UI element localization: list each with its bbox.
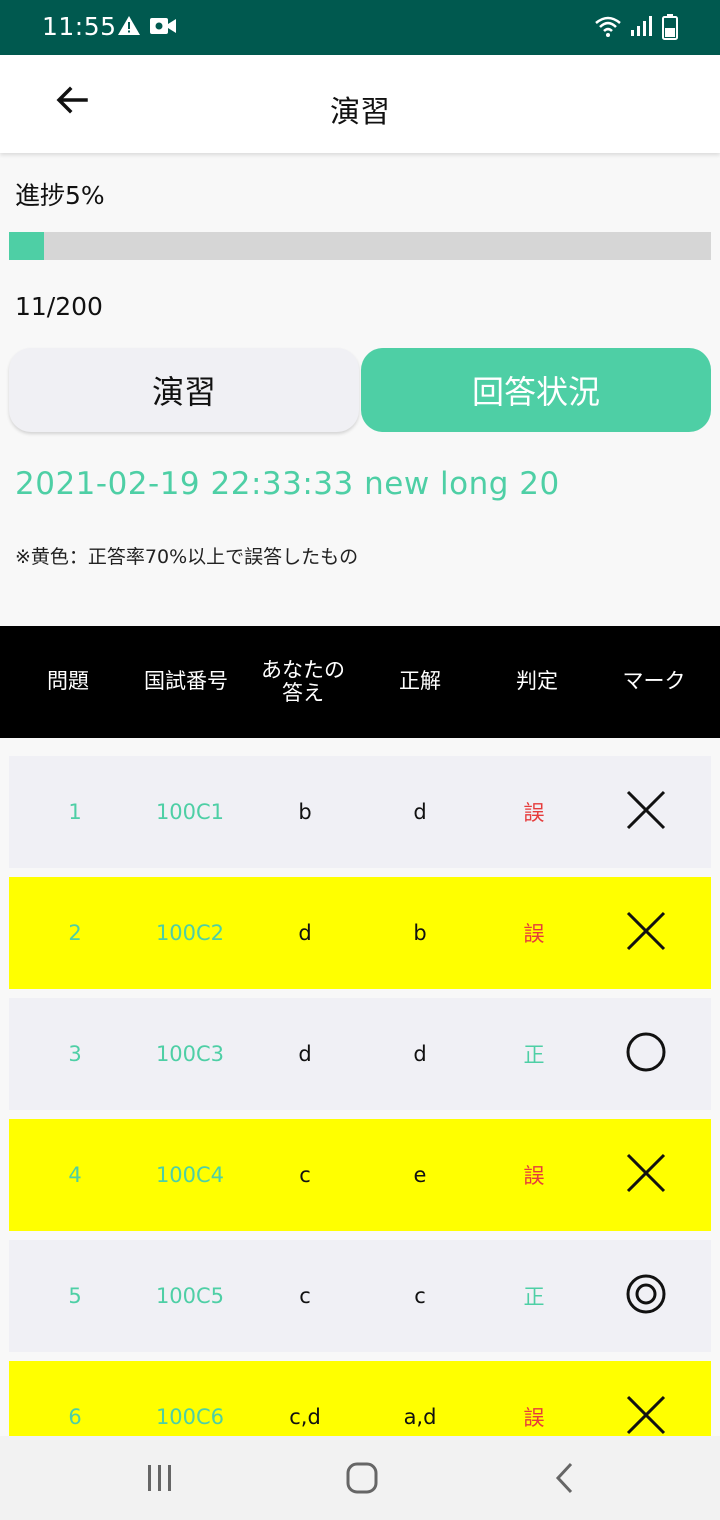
cell-question-number: 3 xyxy=(68,1042,82,1066)
cell-exam-code: 100C3 xyxy=(155,1042,225,1066)
header-correct-answer: 正解 xyxy=(399,669,441,694)
cell-correct-answer: e xyxy=(413,1163,427,1187)
table-row[interactable]: 2 100C2 d b 誤 xyxy=(9,877,711,989)
cross-icon xyxy=(624,1151,668,1200)
table-row[interactable]: 1 100C1 b d 誤 xyxy=(9,756,711,868)
cell-correct-answer: a,d xyxy=(403,1405,437,1429)
table-body: 1 100C1 b d 誤 2 100C2 d b 誤 3 100C3 d d … xyxy=(0,756,720,1436)
cell-judgement: 誤 xyxy=(523,801,545,825)
cell-correct-answer: b xyxy=(413,921,427,945)
cross-icon xyxy=(624,1393,668,1437)
cell-exam-code: 100C4 xyxy=(155,1163,225,1187)
cell-correct-answer: d xyxy=(413,1042,427,1066)
cell-your-answer: c,d xyxy=(289,1405,321,1429)
tab-answer-status[interactable]: 回答状況 xyxy=(361,348,711,432)
signal-icon xyxy=(630,14,652,42)
progress-label: 進捗5% xyxy=(15,181,105,210)
system-nav-bar xyxy=(0,1436,720,1520)
cell-judgement: 正 xyxy=(523,1043,545,1067)
double-circle-icon xyxy=(624,1272,668,1321)
video-record-icon xyxy=(149,14,177,42)
cell-question-number: 2 xyxy=(68,921,82,945)
status-bar: 11:55 xyxy=(0,0,720,55)
cell-judgement: 正 xyxy=(523,1285,545,1309)
battery-icon xyxy=(662,14,678,44)
legend-note: ※黄色：正答率70%以上で誤答したもの xyxy=(15,546,359,568)
back-nav-icon[interactable] xyxy=(545,1458,585,1502)
recent-apps-icon[interactable] xyxy=(144,1458,176,1502)
cell-exam-code: 100C6 xyxy=(155,1405,225,1429)
cell-your-answer: c xyxy=(299,1163,311,1187)
table-header: 問題 国試番号 あなたの 答え 正解 判定 マーク xyxy=(0,626,720,738)
cell-judgement: 誤 xyxy=(523,922,545,946)
progress-fill xyxy=(9,232,45,260)
progress-bar xyxy=(9,232,711,260)
warning-icon xyxy=(117,14,141,42)
cell-correct-answer: d xyxy=(413,800,427,824)
cell-correct-answer: c xyxy=(414,1284,426,1308)
table-row[interactable]: 5 100C5 c c 正 xyxy=(9,1240,711,1352)
table-row[interactable]: 3 100C3 d d 正 xyxy=(9,998,711,1110)
cell-mark[interactable] xyxy=(591,877,701,989)
cell-mark[interactable] xyxy=(591,1361,701,1436)
cell-exam-code: 100C5 xyxy=(155,1284,225,1308)
app-bar: 演習 xyxy=(0,55,720,153)
progress-count: 11/200 xyxy=(15,292,103,321)
header-your-answer-line2: 答え xyxy=(282,681,324,705)
cell-your-answer: d xyxy=(298,921,312,945)
header-your-answer-line1: あなたの xyxy=(261,657,345,682)
header-question-number: 問題 xyxy=(47,669,89,694)
cell-question-number: 5 xyxy=(68,1284,82,1308)
cell-question-number: 4 xyxy=(68,1163,82,1187)
home-icon[interactable] xyxy=(342,1458,382,1502)
cell-mark[interactable] xyxy=(591,1240,701,1352)
session-title: 2021-02-19 22:33:33 new long 20 xyxy=(15,466,560,502)
page-title: 演習 xyxy=(330,95,390,130)
cross-icon xyxy=(624,788,668,837)
cell-mark[interactable] xyxy=(591,1119,701,1231)
cell-judgement: 誤 xyxy=(523,1406,545,1430)
cell-mark[interactable] xyxy=(591,756,701,868)
header-your-answer: あなたの 答え xyxy=(248,626,358,738)
header-judgement: 判定 xyxy=(516,669,558,694)
table-row[interactable]: 6 100C6 c,d a,d 誤 xyxy=(9,1361,711,1436)
cell-mark[interactable] xyxy=(591,998,701,1110)
cell-exam-code: 100C1 xyxy=(155,800,225,824)
tab-practice[interactable]: 演習 xyxy=(9,348,359,432)
cell-judgement: 誤 xyxy=(523,1164,545,1188)
header-exam-code: 国試番号 xyxy=(144,669,228,694)
cross-icon xyxy=(624,909,668,958)
cell-exam-code: 100C2 xyxy=(155,921,225,945)
circle-icon xyxy=(624,1030,668,1079)
wifi-icon xyxy=(594,14,622,42)
status-time: 11:55 xyxy=(42,12,117,41)
cell-your-answer: b xyxy=(298,800,312,824)
cell-question-number: 1 xyxy=(68,800,82,824)
cell-your-answer: c xyxy=(299,1284,311,1308)
table-row[interactable]: 4 100C4 c e 誤 xyxy=(9,1119,711,1231)
header-mark: マーク xyxy=(622,669,686,694)
cell-question-number: 6 xyxy=(68,1405,82,1429)
cell-your-answer: d xyxy=(298,1042,312,1066)
